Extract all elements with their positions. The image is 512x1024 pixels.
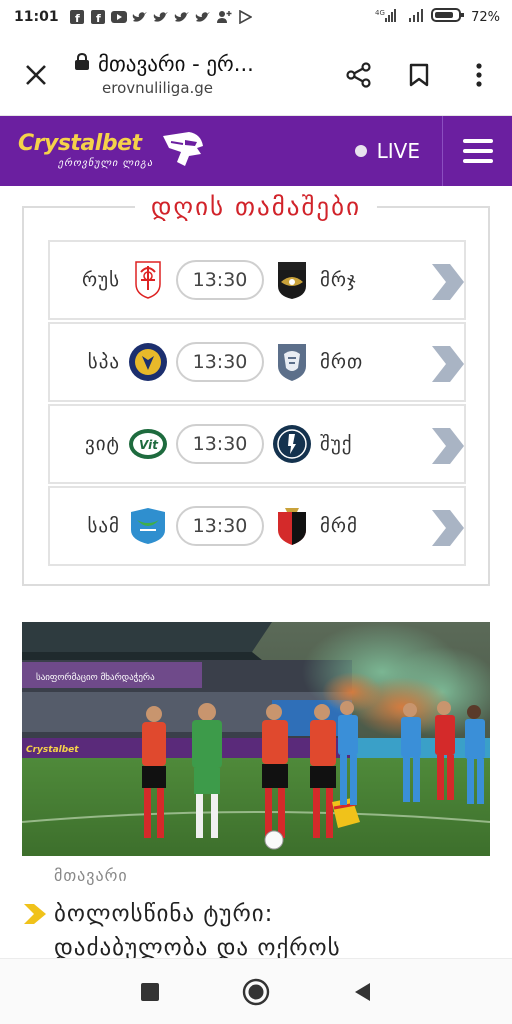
away-team: შუქ [320, 433, 353, 455]
lion-crest-icon [272, 342, 312, 382]
svg-text:Vit: Vit [139, 438, 159, 452]
twitter-icon [195, 9, 211, 25]
chevron-bullet-icon [24, 904, 46, 924]
site-header: Crystalbet ეროვნული ლიგა LIVE [0, 116, 512, 186]
signal-icon: 4G [375, 8, 401, 26]
svg-text:f: f [75, 12, 80, 24]
ad-board-text: Crystalbet [26, 745, 79, 755]
merani-crest-icon [272, 260, 312, 300]
chevron-right-icon[interactable] [430, 262, 464, 302]
bookmark-icon[interactable] [402, 58, 436, 92]
share-icon[interactable] [342, 58, 376, 92]
page-domain: erovnuliliga.ge [102, 79, 214, 97]
svg-text:4G: 4G [375, 9, 385, 17]
match-row[interactable]: ვიტ Vit 13:30 შუქ [48, 404, 466, 484]
more-vert-icon[interactable] [462, 58, 496, 92]
spaeri-crest-icon [128, 342, 168, 382]
home-team: სამ [87, 515, 120, 537]
status-bar: 11:01 f f 4G 72% [0, 0, 512, 34]
facebook-icon: f [69, 9, 85, 25]
lock-icon [74, 52, 90, 75]
brand-subtitle: ეროვნული ლიგა [58, 158, 154, 169]
live-link[interactable]: LIVE [354, 139, 420, 163]
knight-helmet-icon [159, 130, 205, 172]
away-team: მრჯ [320, 269, 357, 291]
page-title: მთავარი - ერ... [98, 52, 254, 76]
match-row[interactable]: სპა 13:30 მრთ [48, 322, 466, 402]
brand-logo[interactable]: Crystalbet ეროვნული ლიგა [18, 130, 205, 172]
news-photo[interactable]: საიფორმაციო მხარდაჭერა Crystalbet [22, 622, 490, 856]
twitter-icon [174, 9, 190, 25]
youtube-icon [110, 9, 127, 25]
home-team: ვიტ [84, 433, 120, 455]
facebook-icon: f [90, 9, 106, 25]
match-row[interactable]: სამ 13:30 მრმ [48, 486, 466, 566]
news-category[interactable]: მთავარი [54, 866, 128, 885]
signal-icon [407, 8, 425, 26]
stadium-banner-text: საიფორმაციო მხარდაჭერა [36, 672, 155, 683]
headline-line-1: ბოლოსწინა ტური: [54, 901, 274, 927]
add-person-icon [216, 9, 232, 25]
back-triangle-icon[interactable] [348, 978, 376, 1006]
home-circle-icon[interactable] [242, 978, 270, 1006]
chevron-right-icon[interactable] [430, 344, 464, 384]
chevron-right-icon[interactable] [430, 426, 464, 466]
match-time: 13:30 [176, 342, 264, 382]
away-team: მრმ [320, 515, 358, 537]
match-time: 13:30 [176, 424, 264, 464]
address-bar[interactable]: მთავარი - ერ... erovnuliliga.ge [74, 52, 342, 97]
twitter-icon [153, 9, 169, 25]
home-team: სპა [87, 351, 120, 373]
samgurali-crest-icon [128, 506, 168, 546]
hamburger-menu-icon[interactable] [442, 116, 512, 186]
match-row[interactable]: რუს 13:30 მრჯ [48, 240, 466, 320]
close-icon[interactable] [18, 57, 54, 93]
meshakhte-crest-icon [272, 506, 312, 546]
section-title: დღის თამაშები [134, 192, 378, 221]
match-time: 13:30 [176, 260, 264, 300]
recents-square-icon[interactable] [136, 978, 164, 1006]
away-team: მრთ [320, 351, 364, 373]
rustavi-crest-icon [128, 260, 168, 300]
live-dot-icon [354, 145, 367, 157]
todays-games: დღის თამაშები რუს 13:30 მრჯ სპა 13:30 მრ… [22, 192, 490, 586]
play-store-icon [237, 9, 253, 25]
news-headline[interactable]: ბოლოსწინა ტური: დაძაბულობა და ოქროს [22, 897, 490, 965]
svg-text:f: f [96, 12, 101, 24]
twitter-icon [132, 9, 148, 25]
browser-toolbar: მთავარი - ერ... erovnuliliga.ge [0, 34, 512, 116]
brand-name: Crystalbet [18, 131, 142, 156]
shukura-crest-icon [272, 424, 312, 464]
home-team: რუს [82, 269, 120, 291]
live-label: LIVE [376, 139, 420, 163]
vit-crest-icon: Vit [128, 424, 168, 464]
battery-icon [431, 7, 465, 27]
match-time: 13:30 [176, 506, 264, 546]
clock: 11:01 [14, 9, 59, 25]
chevron-right-icon[interactable] [430, 508, 464, 548]
battery-level: 72% [471, 9, 500, 25]
system-nav-bar [0, 958, 512, 1024]
